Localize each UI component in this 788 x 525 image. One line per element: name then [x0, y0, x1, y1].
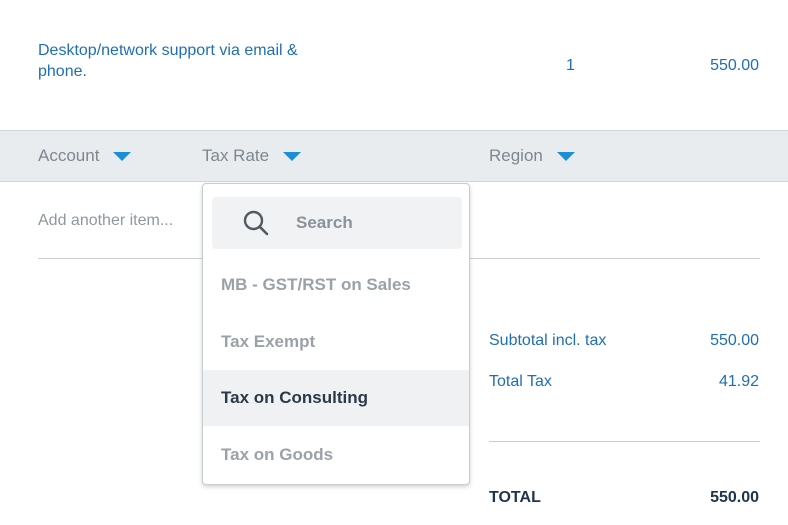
- grand-total-value: 550.00: [710, 489, 759, 506]
- caret-down-icon: [556, 151, 575, 161]
- tax-option-mb-gst-rst[interactable]: MB - GST/RST on Sales: [203, 257, 469, 313]
- add-item-input[interactable]: Add another item...: [38, 212, 173, 230]
- search-icon: [242, 209, 270, 237]
- caret-down-icon: [113, 151, 132, 161]
- total-tax-value: 41.92: [718, 373, 759, 390]
- dropdown-search-input[interactable]: [296, 213, 446, 233]
- column-header-bar: Account Tax Rate Region: [0, 130, 788, 182]
- subtotal-value: 550.00: [710, 332, 759, 349]
- region-column-label: Region: [489, 146, 543, 165]
- tax-option-tax-on-consulting[interactable]: Tax on Consulting: [203, 370, 469, 426]
- tax-rate-column-dropdown[interactable]: Tax Rate: [202, 131, 302, 181]
- subtotal-label: Subtotal incl. tax: [489, 332, 607, 349]
- grand-total-label: TOTAL: [489, 489, 541, 506]
- tax-option-tax-on-goods[interactable]: Tax on Goods: [203, 427, 469, 483]
- line-item-quantity[interactable]: 1: [566, 57, 575, 75]
- caret-down-icon: [283, 151, 302, 161]
- account-column-label: Account: [38, 146, 100, 165]
- line-item-description[interactable]: Desktop/network support via email & phon…: [38, 40, 318, 82]
- line-item-amount[interactable]: 550.00: [710, 57, 759, 75]
- dropdown-search-box[interactable]: [212, 197, 462, 249]
- tax-option-tax-exempt[interactable]: Tax Exempt: [203, 314, 469, 370]
- tax-rate-dropdown: MB - GST/RST on Sales Tax Exempt Tax on …: [202, 183, 470, 485]
- total-tax-label: Total Tax: [489, 373, 552, 390]
- region-column-dropdown[interactable]: Region: [489, 131, 575, 181]
- account-column-dropdown[interactable]: Account: [38, 131, 132, 181]
- tax-rate-column-label: Tax Rate: [202, 146, 270, 165]
- totals-divider: [489, 441, 760, 442]
